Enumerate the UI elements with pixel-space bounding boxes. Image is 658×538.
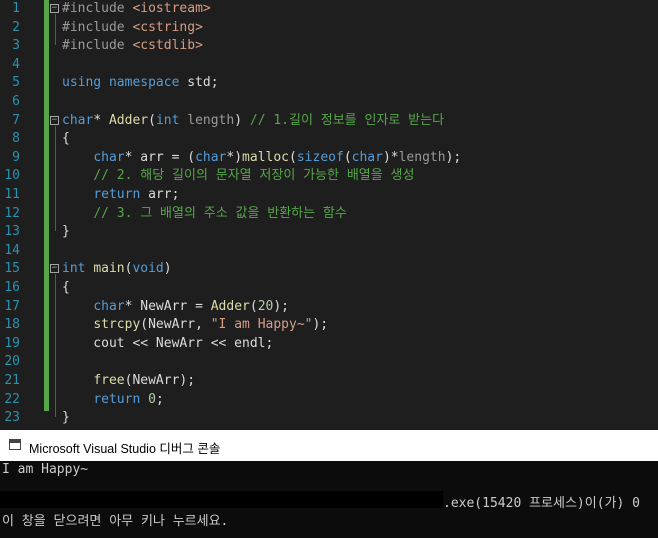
line-number: 15 — [4, 261, 20, 277]
line-number: 19 — [4, 335, 20, 351]
debug-console[interactable]: I am Happy~ .exe(15420 프로세스)이(가) 0 이 창을 … — [0, 461, 658, 538]
code-editor[interactable]: 1− #include <iostream> 2 #include <cstring>… — [0, 0, 658, 430]
line-number: 21 — [4, 373, 20, 388]
code-text: #include <cstring> — [62, 19, 203, 35]
collapse-icon[interactable]: − — [50, 115, 59, 125]
console-prompt-line: 이 창을 닫으려면 아무 키나 누르세요. — [2, 514, 229, 529]
line-number: 14 — [4, 242, 20, 258]
code-text: return 0; — [93, 391, 164, 407]
code-line[interactable]: 16 { — [0, 279, 658, 298]
collapse-icon[interactable]: − — [50, 264, 59, 274]
console-exit-message: .exe(15420 프로세스)이(가) 0 — [443, 496, 640, 511]
console-output-line: I am Happy~ — [2, 462, 89, 477]
collapse-icon[interactable]: − — [50, 4, 59, 13]
line-number: 20 — [4, 354, 20, 370]
console-window-icon — [9, 439, 21, 450]
line-number: 10 — [4, 168, 20, 184]
code-line[interactable]: 22 return 0; — [0, 391, 658, 410]
code-line[interactable]: 15 − int main(void) — [0, 260, 658, 279]
code-text: #include <cstdlib> — [62, 38, 203, 54]
code-line[interactable]: 20 — [0, 353, 658, 372]
code-line[interactable]: 17 char* NewArr = Adder(20); — [0, 298, 658, 317]
line-number: 12 — [4, 205, 20, 221]
line-number: 22 — [4, 391, 20, 407]
console-title: Microsoft Visual Studio 디버그 콘솔 — [29, 442, 221, 456]
code-text: } — [62, 410, 70, 426]
code-text: } — [62, 224, 70, 240]
code-line[interactable]: 10 // 2. 해당 길이의 문자열 저장이 가능한 배열을 생성 — [0, 167, 658, 186]
line-number: 23 — [4, 410, 20, 426]
code-line[interactable]: 12 // 3. 그 배열의 주소 값을 반환하는 함수 — [0, 205, 658, 224]
line-number: 9 — [12, 149, 20, 165]
fold-guide — [55, 14, 56, 46]
line-number: 17 — [4, 298, 20, 314]
code-text: free(NewArr); — [93, 373, 196, 388]
code-line[interactable]: 19 cout << NewArr << endl; — [0, 335, 658, 354]
code-text: // 3. 그 배열의 주소 값을 반환하는 함수 — [93, 205, 347, 221]
line-number: 1 — [12, 1, 20, 16]
line-number: 2 — [12, 19, 20, 35]
code-line[interactable]: 9 char* arr = (char*)malloc(sizeof(char)… — [0, 149, 658, 168]
code-line[interactable]: 18 strcpy(NewArr, "I am Happy~"); — [0, 316, 658, 335]
code-line[interactable]: 13} — [0, 223, 658, 242]
fold-guide — [55, 274, 56, 418]
code-line[interactable]: 1 − #include <iostream> — [0, 0, 658, 19]
line-number: 13 — [4, 224, 20, 240]
code-line[interactable]: 7 − char* Adder(int length) // 1.길이 정보를 인자… — [0, 112, 658, 131]
line-number: 8 — [12, 131, 20, 147]
line-number: 11 — [4, 187, 20, 202]
code-text: char* NewArr = Adder(20); — [93, 298, 289, 314]
redacted-path — [0, 491, 443, 508]
line-number: 7 — [12, 112, 20, 128]
code-text: char* Adder(int length) // 1.길이 정보를 인자로 … — [62, 112, 445, 128]
line-number: 18 — [4, 317, 20, 333]
code-line[interactable]: 5 using namespace std; — [0, 74, 658, 93]
code-line[interactable]: 4 — [0, 56, 658, 75]
code-line[interactable]: 6 — [0, 93, 658, 112]
code-text: char* arr = (char*)malloc(sizeof(char)*l… — [93, 149, 462, 165]
code-text: return arr; — [93, 187, 180, 202]
code-line[interactable]: 23} — [0, 409, 658, 428]
code-text: // 2. 해당 길이의 문자열 저장이 가능한 배열을 생성 — [93, 168, 415, 184]
code-line[interactable]: 8{ — [0, 130, 658, 149]
line-number: 5 — [12, 75, 20, 91]
code-line[interactable]: 21 free(NewArr); — [0, 372, 658, 391]
line-number: 6 — [12, 94, 20, 109]
code-text: #include <iostream> — [62, 1, 211, 16]
code-line[interactable]: 2 #include <cstring> — [0, 19, 658, 38]
line-number: 4 — [12, 56, 20, 72]
code-line[interactable]: 11 return arr; — [0, 186, 658, 205]
code-text: cout << NewArr << endl; — [62, 335, 274, 351]
fold-guide — [55, 125, 56, 232]
code-line[interactable]: 14 — [0, 242, 658, 261]
code-text: int main(void) — [62, 261, 172, 277]
code-text: strcpy(NewArr, "I am Happy~"); — [93, 317, 329, 333]
code-text: { — [62, 131, 70, 147]
line-number: 3 — [12, 38, 20, 54]
code-line[interactable]: 3 #include <cstdlib> — [0, 37, 658, 56]
line-number: 16 — [4, 280, 20, 295]
code-text: { — [62, 280, 70, 295]
console-title-bar[interactable]: Microsoft Visual Studio 디버그 콘솔 — [0, 430, 658, 461]
code-text: using namespace std; — [62, 75, 219, 91]
